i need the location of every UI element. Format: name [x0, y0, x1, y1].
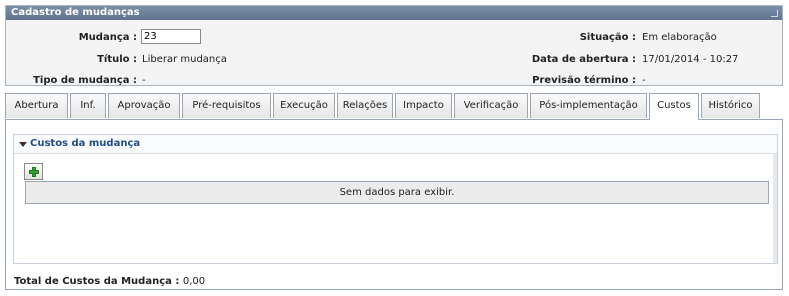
costs-section-title: Custos da mudança — [30, 138, 141, 149]
tipo-label: Tipo de mudança : — [33, 75, 137, 86]
titulo-value: Liberar mudança — [142, 54, 227, 65]
vertical-scrollbar[interactable] — [773, 153, 777, 263]
mudanca-label: Mudança : — [78, 32, 137, 43]
panel-title: Cadastro de mudanças — [6, 6, 782, 20]
tab-pos-implementacao[interactable]: Pós-implementação — [530, 93, 647, 118]
tab-impacto[interactable]: Impacto — [395, 93, 452, 118]
panel-body: Mudança : Título : Liberar mudança Tipo … — [6, 20, 782, 86]
add-cost-button[interactable] — [24, 163, 43, 180]
situacao-label: Situação : — [579, 32, 636, 43]
tab-inf[interactable]: Inf. — [70, 93, 106, 118]
previsao-label: Previsão término : — [532, 75, 636, 86]
total-costs-value: 0,00 — [182, 276, 206, 287]
tab-execucao[interactable]: Execução — [273, 93, 335, 118]
plus-icon — [29, 167, 39, 177]
costs-section-header[interactable]: Custos da mudança — [14, 135, 777, 154]
panel-title-text: Cadastro de mudanças — [11, 7, 140, 18]
costs-grid: Sem dados para exibir. — [25, 181, 769, 204]
empty-grid-message: Sem dados para exibir. — [339, 187, 455, 198]
tipo-value: - — [142, 75, 146, 86]
collapse-triangle-icon[interactable] — [19, 142, 27, 147]
tab-custos[interactable]: Custos — [649, 93, 699, 120]
total-costs-label: Total de Custos da Mudança : — [14, 276, 180, 287]
mudanca-input[interactable] — [141, 29, 201, 44]
panel-resize-icon[interactable] — [771, 10, 778, 17]
tab-content-custos: Custos da mudança Sem dados para exibir. — [5, 119, 783, 290]
data-abertura-value: 17/01/2014 - 10:27 — [642, 54, 739, 65]
tab-historico[interactable]: Histórico — [701, 93, 760, 118]
situacao-value: Em elaboração — [642, 32, 717, 43]
tab-pre-requisitos[interactable]: Pré-requisitos — [182, 93, 271, 118]
tab-relacoes[interactable]: Relações — [337, 93, 393, 118]
data-abertura-label: Data de abertura : — [531, 54, 636, 65]
tab-verificacao[interactable]: Verificação — [454, 93, 528, 118]
titulo-label: Título : — [97, 54, 137, 65]
total-costs: Total de Custos da Mudança : 0,00 — [14, 276, 205, 287]
previsao-value: - — [642, 75, 646, 86]
change-header-panel: Cadastro de mudanças Mudança : Título : … — [5, 5, 783, 86]
tab-abertura[interactable]: Abertura — [5, 93, 68, 118]
tab-aprovacao[interactable]: Aprovação — [108, 93, 180, 118]
